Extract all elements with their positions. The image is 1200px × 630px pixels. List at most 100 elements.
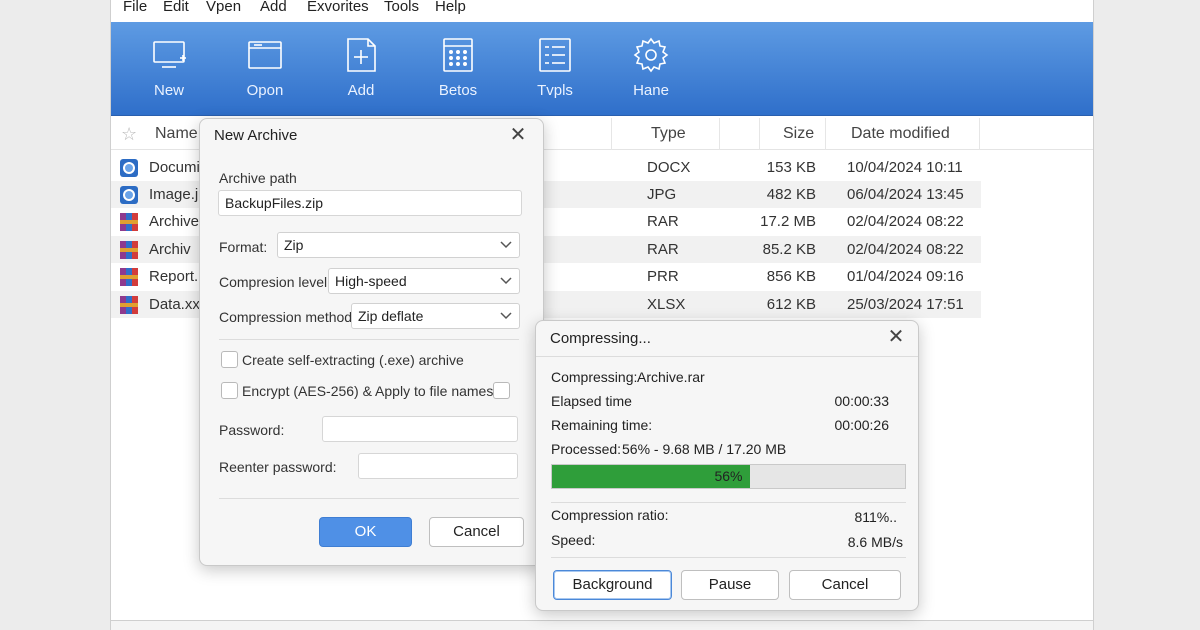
- file-name: Documi: [149, 159, 200, 176]
- toolbar-tools-button[interactable]: Tvpls: [515, 36, 595, 112]
- ok-button[interactable]: OK: [319, 517, 412, 547]
- file-date: 25/03/2024 17:51: [847, 296, 964, 313]
- file-type: PRR: [647, 268, 679, 285]
- toolbar-settings-button[interactable]: Hane: [611, 36, 691, 112]
- reenter-password-input[interactable]: [358, 453, 518, 479]
- column-separator: [719, 118, 720, 150]
- progress-percent: 56%: [714, 468, 743, 484]
- file-date: 01/04/2024 09:16: [847, 268, 964, 285]
- compression-ratio-label: Compression ratio:: [551, 507, 669, 523]
- file-size: 85.2 KB: [762, 241, 816, 258]
- file-name: Archiv: [149, 241, 191, 258]
- encrypt-label: Encrypt (AES-256) & Apply to file names: [242, 383, 494, 399]
- archive-path-input[interactable]: BackupFiles.zip: [218, 190, 522, 216]
- remaining-time-value: 00:00:26: [834, 417, 890, 433]
- column-name[interactable]: Name: [155, 118, 198, 150]
- format-value: Zip: [284, 237, 304, 253]
- cancel-button[interactable]: Cancel: [429, 517, 524, 547]
- grid-calc-icon: [443, 38, 473, 72]
- toolbar-open-button[interactable]: Opon: [225, 36, 305, 112]
- compression-level-label: Compresion level:: [219, 274, 332, 290]
- toolbar-betos-button[interactable]: Betos: [418, 36, 498, 112]
- cancel-compress-button[interactable]: Cancel: [789, 570, 901, 600]
- list-doc-icon: [539, 38, 571, 72]
- new-archive-icon: [153, 41, 186, 68]
- processed-value: 56% - 9.68 MB / 17.20 MB: [622, 441, 787, 457]
- progress-bar: 56%: [551, 464, 906, 489]
- add-file-icon: [347, 38, 376, 72]
- archive-path-label: Archive path: [219, 170, 297, 186]
- image-icon: [120, 186, 138, 204]
- toolbar-add-button[interactable]: Add: [321, 36, 401, 112]
- compression-method-value: Zip deflate: [358, 308, 424, 324]
- menu-file[interactable]: File: [123, 0, 147, 15]
- file-size: 856 KB: [766, 268, 816, 285]
- folder-icon: [248, 41, 282, 69]
- toolbar-open-label: Opon: [246, 82, 284, 99]
- encrypt-filenames-checkbox[interactable]: [493, 382, 510, 399]
- file-name: Archive.: [149, 213, 204, 230]
- pause-button[interactable]: Pause: [681, 570, 779, 600]
- menu-edit[interactable]: Edit: [163, 0, 189, 15]
- compression-method-select[interactable]: Zip deflate: [351, 303, 520, 329]
- format-label: Format:: [219, 239, 268, 255]
- file-size: 153 KB: [766, 159, 816, 176]
- column-date-modified[interactable]: Date modified: [851, 118, 950, 150]
- close-icon[interactable]: ✕: [508, 125, 528, 145]
- speed-value: 8.6 MB/s: [847, 534, 903, 550]
- compression-ratio-value: 811%..: [854, 509, 897, 525]
- file-date: 10/04/2024 10:11: [847, 159, 963, 176]
- toolbar-new-label: New: [153, 82, 184, 99]
- rar-archive-icon: [120, 241, 138, 259]
- rar-archive-icon: [120, 268, 138, 286]
- compression-level-value: High-speed: [335, 273, 407, 289]
- dialog-title: Compressing...: [550, 330, 651, 347]
- document-icon: [120, 159, 138, 177]
- password-input[interactable]: [322, 416, 518, 442]
- encrypt-checkbox[interactable]: [221, 382, 238, 399]
- menu-tools[interactable]: Tools: [384, 0, 419, 15]
- format-select[interactable]: Zip: [277, 232, 520, 258]
- menu-favorites[interactable]: Exvorites: [307, 0, 369, 15]
- file-type: RAR: [647, 213, 679, 230]
- toolbar-add-label: Add: [347, 82, 375, 99]
- file-type: XLSX: [647, 296, 686, 313]
- gear-icon: [633, 37, 669, 73]
- elapsed-time-label: Elapsed time: [551, 393, 632, 409]
- processed-label: Processed:: [551, 441, 622, 457]
- file-type: JPG: [647, 186, 677, 203]
- compression-method-label: Compression method:: [219, 309, 356, 325]
- file-size: 17.2 MB: [760, 213, 816, 230]
- sfx-checkbox[interactable]: [221, 351, 238, 368]
- file-type: RAR: [647, 241, 679, 258]
- compression-level-select[interactable]: High-speed: [328, 268, 520, 294]
- background-button[interactable]: Background: [553, 570, 672, 600]
- close-icon[interactable]: ✕: [886, 327, 906, 347]
- column-separator: [979, 118, 980, 150]
- toolbar-new-button[interactable]: New: [129, 36, 209, 112]
- divider: [551, 557, 906, 558]
- rar-archive-icon: [120, 213, 138, 231]
- column-separator: [825, 118, 826, 150]
- column-size[interactable]: Size: [783, 118, 814, 150]
- toolbar-tools-label: Tvpls: [537, 82, 573, 99]
- divider: [536, 356, 918, 357]
- file-date: 02/04/2024 08:22: [847, 241, 964, 258]
- toolbar-betos-label: Betos: [438, 82, 478, 99]
- file-type: DOCX: [647, 159, 691, 176]
- menu-help[interactable]: Help: [435, 0, 466, 15]
- column-separator: [759, 118, 760, 150]
- new-archive-dialog: New Archive ✕ Archive path BackupFiles.z…: [199, 118, 544, 566]
- speed-label: Speed:: [551, 532, 596, 548]
- password-label: Password:: [219, 422, 285, 438]
- file-name: Report.p: [149, 268, 207, 285]
- remaining-time-label: Remaining time:: [551, 417, 653, 433]
- column-type[interactable]: Type: [651, 118, 686, 150]
- favorite-star-icon[interactable]: ☆: [121, 118, 137, 150]
- toolbar: New Opon Add Betos Tvpls Hane: [111, 22, 1093, 116]
- compressing-file-label: Compressing:: [551, 369, 638, 385]
- column-separator: [611, 118, 612, 150]
- menu-open[interactable]: Vpen: [206, 0, 241, 15]
- menu-add[interactable]: Add: [260, 0, 287, 15]
- reenter-password-label: Reenter password:: [219, 459, 337, 475]
